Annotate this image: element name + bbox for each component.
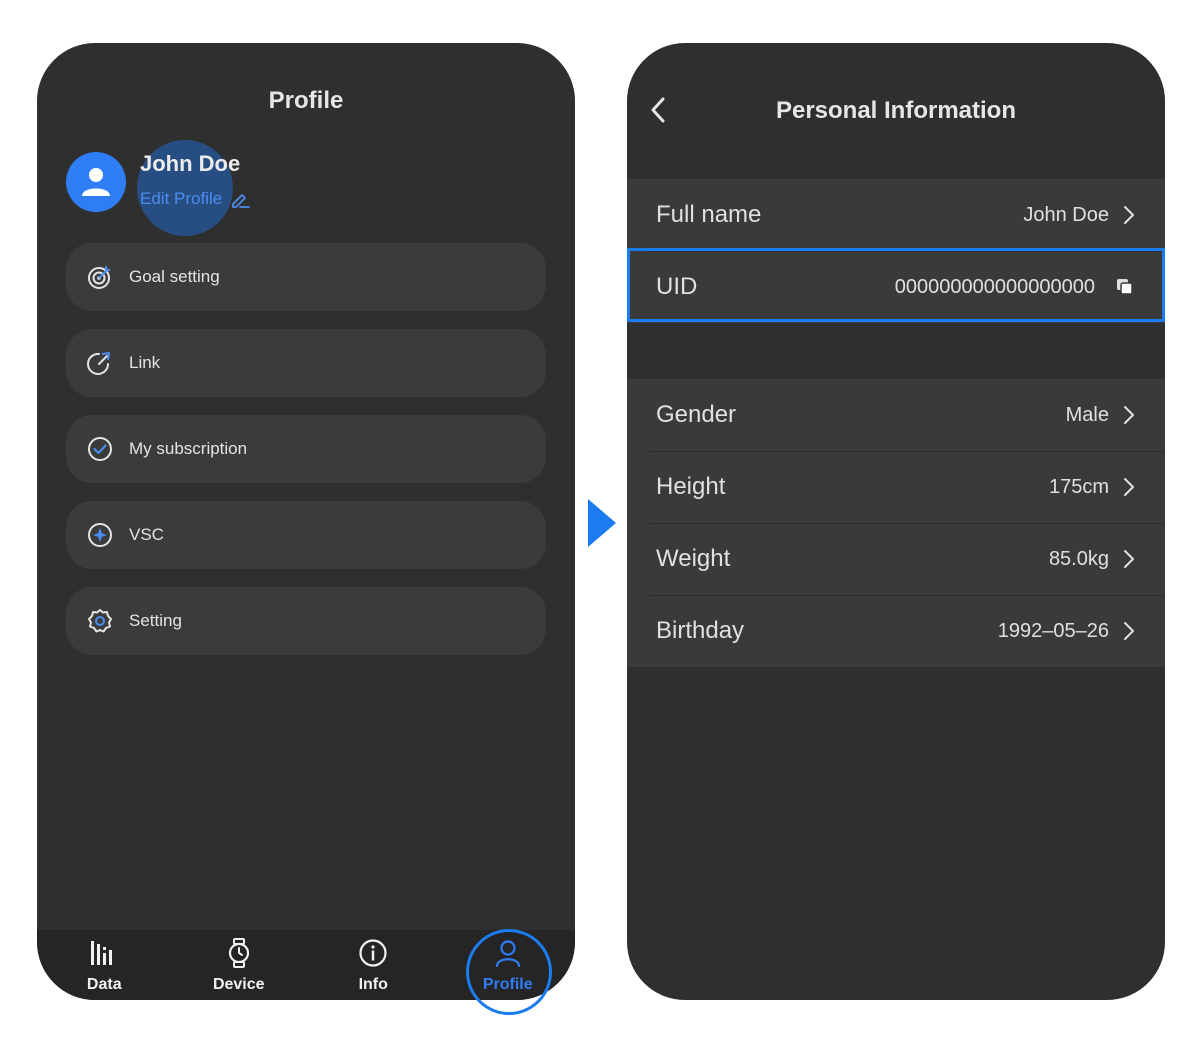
copy-icon[interactable] [1115, 277, 1135, 297]
chevron-right-icon [1124, 622, 1134, 640]
compass-icon [86, 521, 114, 549]
pencil-icon [232, 194, 251, 208]
row-label: Height [656, 473, 726, 500]
row-label: Birthday [656, 617, 745, 644]
flow-arrow-icon [588, 499, 616, 547]
edit-profile-link[interactable]: Edit Profile [140, 189, 251, 209]
row-label: Weight [656, 545, 731, 572]
menu-item-vsc[interactable]: VSC [66, 501, 546, 569]
menu-item-label: My subscription [129, 439, 248, 458]
gear-icon [86, 607, 114, 635]
page-title: Personal Information [775, 97, 1017, 124]
user-name: John Doe [140, 151, 241, 176]
tab-info[interactable]: Info [306, 930, 441, 1000]
menu-item-setting[interactable]: Setting [66, 587, 546, 655]
row-full-name[interactable]: Full name John Doe [627, 179, 1165, 251]
menu-item-link[interactable]: Link [66, 329, 546, 397]
chevron-right-icon [1124, 206, 1134, 224]
check-circle-icon [86, 435, 114, 463]
row-birthday[interactable]: Birthday 1992–05–26 [627, 595, 1165, 667]
personal-information-screen: Personal Information Full name John Doe … [627, 43, 1165, 1000]
tab-label: Data [86, 976, 122, 993]
row-value: John Doe [1023, 203, 1109, 226]
target-icon [86, 263, 114, 291]
row-label: UID [656, 273, 698, 300]
menu-item-label: Link [129, 353, 161, 372]
row-value: 000000000000000000 [894, 275, 1095, 298]
watch-icon [227, 938, 251, 968]
menu-item-label: Setting [129, 611, 182, 630]
menu-item-my-subscription[interactable]: My subscription [66, 415, 546, 483]
person-icon [82, 168, 110, 196]
profile-screen: Profile John Doe Edit Profile Goal setti… [37, 43, 575, 1000]
row-weight[interactable]: Weight 85.0kg [627, 523, 1165, 595]
share-icon [86, 349, 114, 377]
row-gender[interactable]: Gender Male [627, 379, 1165, 451]
avatar[interactable] [66, 152, 126, 212]
tab-device[interactable]: Device [172, 930, 307, 1000]
tab-highlight-ring [466, 929, 552, 1015]
tab-label: Info [358, 976, 388, 993]
tab-label: Device [212, 976, 265, 993]
chevron-right-icon [1124, 406, 1134, 424]
row-label: Full name [656, 201, 762, 228]
row-value: 85.0kg [1048, 547, 1109, 570]
edit-profile-label: Edit Profile [140, 189, 223, 208]
row-height[interactable]: Height 175cm [627, 451, 1165, 523]
account-group: Full name John Doe UID 00000000000000000… [627, 179, 1165, 323]
page-title: Profile [268, 87, 344, 114]
bar-chart-icon [89, 938, 119, 968]
menu-item-label: VSC [129, 525, 164, 544]
row-value: 1992–05–26 [997, 619, 1109, 642]
chevron-right-icon [1124, 550, 1134, 568]
menu-item-goal-setting[interactable]: Goal setting [66, 243, 546, 311]
body-info-group: Gender Male Height 175cm Weight 85.0kg B… [627, 379, 1165, 667]
row-value: 175cm [1048, 475, 1109, 498]
info-icon [358, 938, 388, 968]
row-value: Male [1065, 403, 1109, 426]
menu-item-label: Goal setting [129, 267, 220, 286]
chevron-right-icon [1124, 478, 1134, 496]
tab-data[interactable]: Data [37, 930, 172, 1000]
row-label: Gender [656, 401, 737, 428]
row-uid: UID 000000000000000000 [627, 251, 1165, 323]
